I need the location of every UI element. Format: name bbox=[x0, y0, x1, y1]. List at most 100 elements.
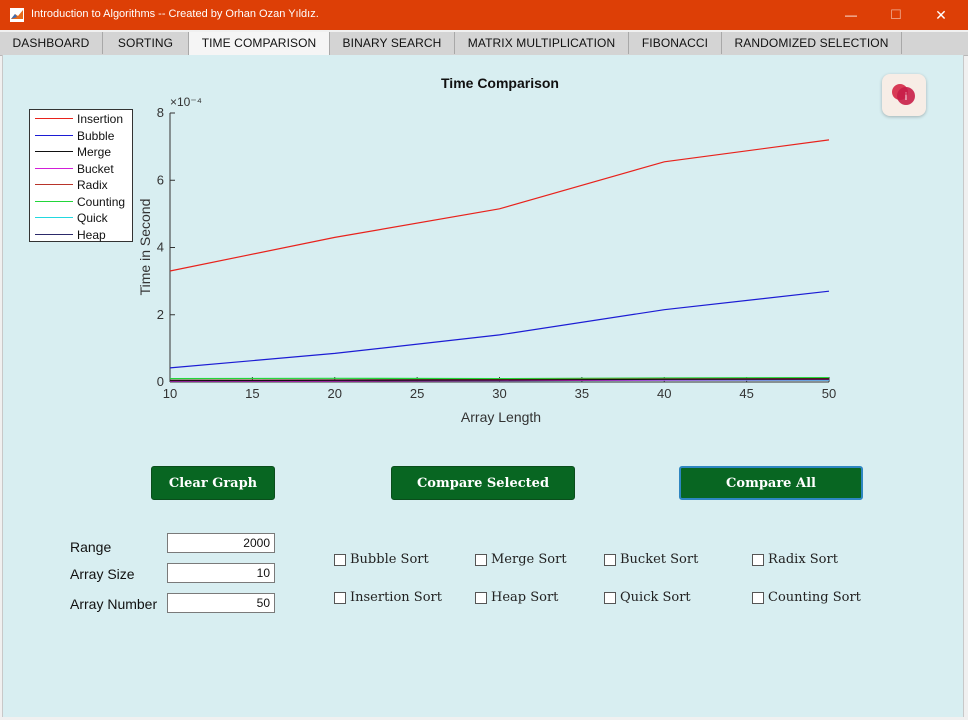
y-tick-label: 4 bbox=[157, 240, 164, 255]
checkbox-label: Heap Sort bbox=[491, 590, 559, 605]
legend-label: Radix bbox=[77, 178, 108, 192]
checkbox-label: Radix Sort bbox=[768, 552, 838, 567]
legend-swatch bbox=[35, 167, 73, 169]
window-titlebar: Introduction to Algorithms -- Created by… bbox=[0, 0, 968, 30]
legend-label: Merge bbox=[77, 145, 112, 159]
tab-bar: DASHBOARD SORTING TIME COMPARISON BINARY… bbox=[0, 32, 968, 56]
legend-label: Counting bbox=[77, 194, 126, 209]
plot-series bbox=[169, 139, 830, 382]
legend-label: Quick bbox=[77, 211, 108, 225]
close-icon: ✕ bbox=[935, 6, 947, 23]
range-label: Range bbox=[70, 539, 112, 555]
checkbox-label: Merge Sort bbox=[491, 552, 567, 567]
svg-text:i: i bbox=[905, 92, 907, 103]
legend-item: Bubble bbox=[30, 128, 134, 144]
series-line-insertion bbox=[169, 139, 830, 272]
clear-graph-button[interactable]: Clear Graph bbox=[151, 466, 275, 500]
legend-swatch bbox=[35, 184, 73, 185]
tab-binary-search[interactable]: BINARY SEARCH bbox=[330, 32, 455, 54]
chart-legend: Insertion Bubble Merge Bucket Radix Coun… bbox=[29, 109, 133, 242]
legend-item: Radix bbox=[30, 177, 134, 193]
legend-label: Bubble bbox=[77, 128, 115, 143]
tab-sorting[interactable]: SORTING bbox=[103, 32, 189, 54]
checkbox-heap-sort[interactable]: Heap Sort bbox=[475, 590, 558, 605]
checkbox-bubble-sort[interactable]: Bubble Sort bbox=[334, 552, 429, 567]
y-tick-label: 6 bbox=[157, 172, 164, 187]
x-tick-label: 40 bbox=[657, 386, 671, 401]
checkbox-box[interactable] bbox=[334, 553, 346, 566]
compare-selected-button[interactable]: Compare Selected bbox=[391, 466, 575, 500]
compare-all-button[interactable]: Compare All bbox=[679, 466, 863, 500]
x-tick-label: 35 bbox=[575, 386, 589, 401]
x-tick-label: 20 bbox=[328, 386, 342, 401]
tab-matrix-multiplication[interactable]: MATRIX MULTIPLICATION bbox=[455, 32, 629, 54]
minimize-icon: — bbox=[845, 8, 857, 22]
window-title: Introduction to Algorithms -- Created by… bbox=[31, 8, 319, 20]
array-size-label: Array Size bbox=[70, 566, 135, 582]
x-tick-label: 25 bbox=[410, 386, 424, 401]
range-input[interactable] bbox=[167, 533, 275, 553]
legend-item: Insertion bbox=[30, 111, 134, 127]
x-tick-label: 15 bbox=[245, 386, 259, 401]
legend-item: Heap bbox=[30, 227, 134, 243]
legend-swatch bbox=[35, 200, 73, 202]
array-size-input[interactable] bbox=[167, 563, 275, 583]
x-tick-label: 50 bbox=[822, 386, 836, 401]
legend-label: Bucket bbox=[77, 161, 114, 176]
tab-randomized-selection[interactable]: RANDOMIZED SELECTION bbox=[722, 32, 902, 54]
y-tick-label: 8 bbox=[157, 105, 164, 120]
checkbox-label: Bubble Sort bbox=[350, 552, 429, 567]
y-tick-label: 0 bbox=[157, 374, 164, 389]
tab-time-comparison[interactable]: TIME COMPARISON bbox=[188, 32, 330, 56]
x-tick-label: 30 bbox=[492, 386, 506, 401]
checkbox-box[interactable] bbox=[475, 591, 487, 604]
tab-fibonacci[interactable]: FIBONACCI bbox=[629, 32, 722, 54]
series-line-bubble bbox=[169, 290, 830, 369]
legend-label: Insertion bbox=[77, 112, 124, 126]
chart-title: Time Comparison bbox=[441, 75, 559, 91]
legend-item: Merge bbox=[30, 144, 134, 160]
legend-item: Quick bbox=[30, 210, 134, 226]
legend-swatch bbox=[35, 217, 73, 218]
legend-swatch bbox=[35, 233, 73, 235]
array-number-input[interactable] bbox=[167, 593, 275, 613]
info-icon: i bbox=[892, 84, 915, 105]
y-axis-label: Time in Second bbox=[137, 199, 153, 296]
checkbox-label: Counting Sort bbox=[768, 590, 861, 605]
array-number-label: Array Number bbox=[70, 596, 158, 612]
checkbox-label: Insertion Sort bbox=[350, 590, 442, 605]
matlab-icon bbox=[10, 8, 24, 22]
minimize-button[interactable]: — bbox=[828, 0, 874, 30]
legend-swatch bbox=[35, 118, 73, 119]
checkbox-box[interactable] bbox=[752, 553, 764, 566]
checkbox-insertion-sort[interactable]: Insertion Sort bbox=[334, 590, 442, 605]
checkbox-quick-sort[interactable]: Quick Sort bbox=[604, 590, 691, 605]
x-tick-label: 45 bbox=[739, 386, 753, 401]
checkbox-box[interactable] bbox=[604, 591, 616, 604]
y-axis-exponent: ×10⁻⁴ bbox=[170, 95, 202, 109]
maximize-icon: ☐ bbox=[890, 7, 902, 22]
info-button[interactable]: i bbox=[882, 74, 926, 116]
time-comparison-panel: Time Comparison i Insertion Bubble Merge… bbox=[2, 55, 964, 717]
x-tick-label: 10 bbox=[163, 386, 177, 401]
checkbox-box[interactable] bbox=[752, 591, 764, 604]
checkbox-counting-sort[interactable]: Counting Sort bbox=[752, 590, 861, 605]
legend-swatch bbox=[35, 151, 73, 152]
checkbox-label: Bucket Sort bbox=[620, 552, 699, 567]
maximize-button[interactable]: ☐ bbox=[873, 0, 919, 30]
legend-item: Bucket bbox=[30, 161, 134, 177]
close-button[interactable]: ✕ bbox=[918, 0, 964, 30]
x-axis-label: Array Length bbox=[461, 409, 541, 425]
checkbox-box[interactable] bbox=[475, 553, 487, 566]
legend-item: Counting bbox=[30, 194, 134, 210]
checkbox-label: Quick Sort bbox=[620, 590, 691, 605]
checkbox-box[interactable] bbox=[334, 591, 346, 604]
checkbox-box[interactable] bbox=[604, 553, 616, 566]
legend-label: Heap bbox=[77, 227, 106, 242]
checkbox-bucket-sort[interactable]: Bucket Sort bbox=[604, 552, 698, 567]
checkbox-merge-sort[interactable]: Merge Sort bbox=[475, 552, 567, 567]
y-tick-label: 2 bbox=[157, 307, 164, 322]
tab-dashboard[interactable]: DASHBOARD bbox=[0, 32, 103, 54]
time-comparison-plot: 10 15 20 25 30 35 40 45 50 0 2 4 6 8 ×10⁻⁴ Array Leng… bbox=[137, 95, 836, 425]
checkbox-radix-sort[interactable]: Radix Sort bbox=[752, 552, 838, 567]
